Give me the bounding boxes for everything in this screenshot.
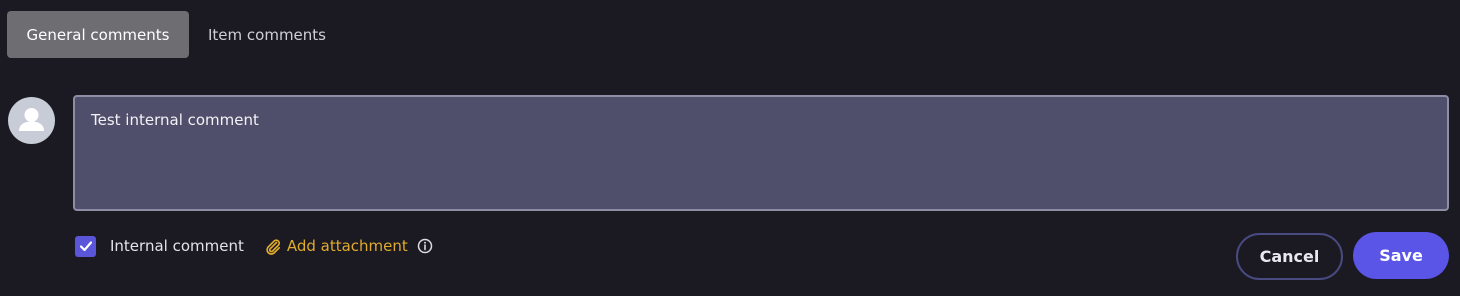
comment-tabs: General comments Item comments <box>7 11 345 58</box>
internal-comment-checkbox[interactable] <box>75 235 96 257</box>
add-attachment-label: Add attachment <box>286 237 408 255</box>
tab-item-comments[interactable]: Item comments <box>189 11 345 58</box>
comment-textarea[interactable]: Test internal comment <box>73 95 1449 211</box>
add-attachment-link[interactable]: Add attachment <box>264 237 408 255</box>
check-icon <box>79 241 92 252</box>
user-avatar-icon <box>8 97 55 144</box>
cancel-button[interactable]: Cancel <box>1236 233 1343 280</box>
info-icon[interactable] <box>417 238 433 254</box>
internal-comment-label[interactable]: Internal comment <box>110 237 244 255</box>
paperclip-icon <box>266 239 280 255</box>
tab-general-comments[interactable]: General comments <box>7 11 189 58</box>
save-button[interactable]: Save <box>1353 232 1449 279</box>
comment-options: Internal comment Add attachment <box>75 234 433 258</box>
